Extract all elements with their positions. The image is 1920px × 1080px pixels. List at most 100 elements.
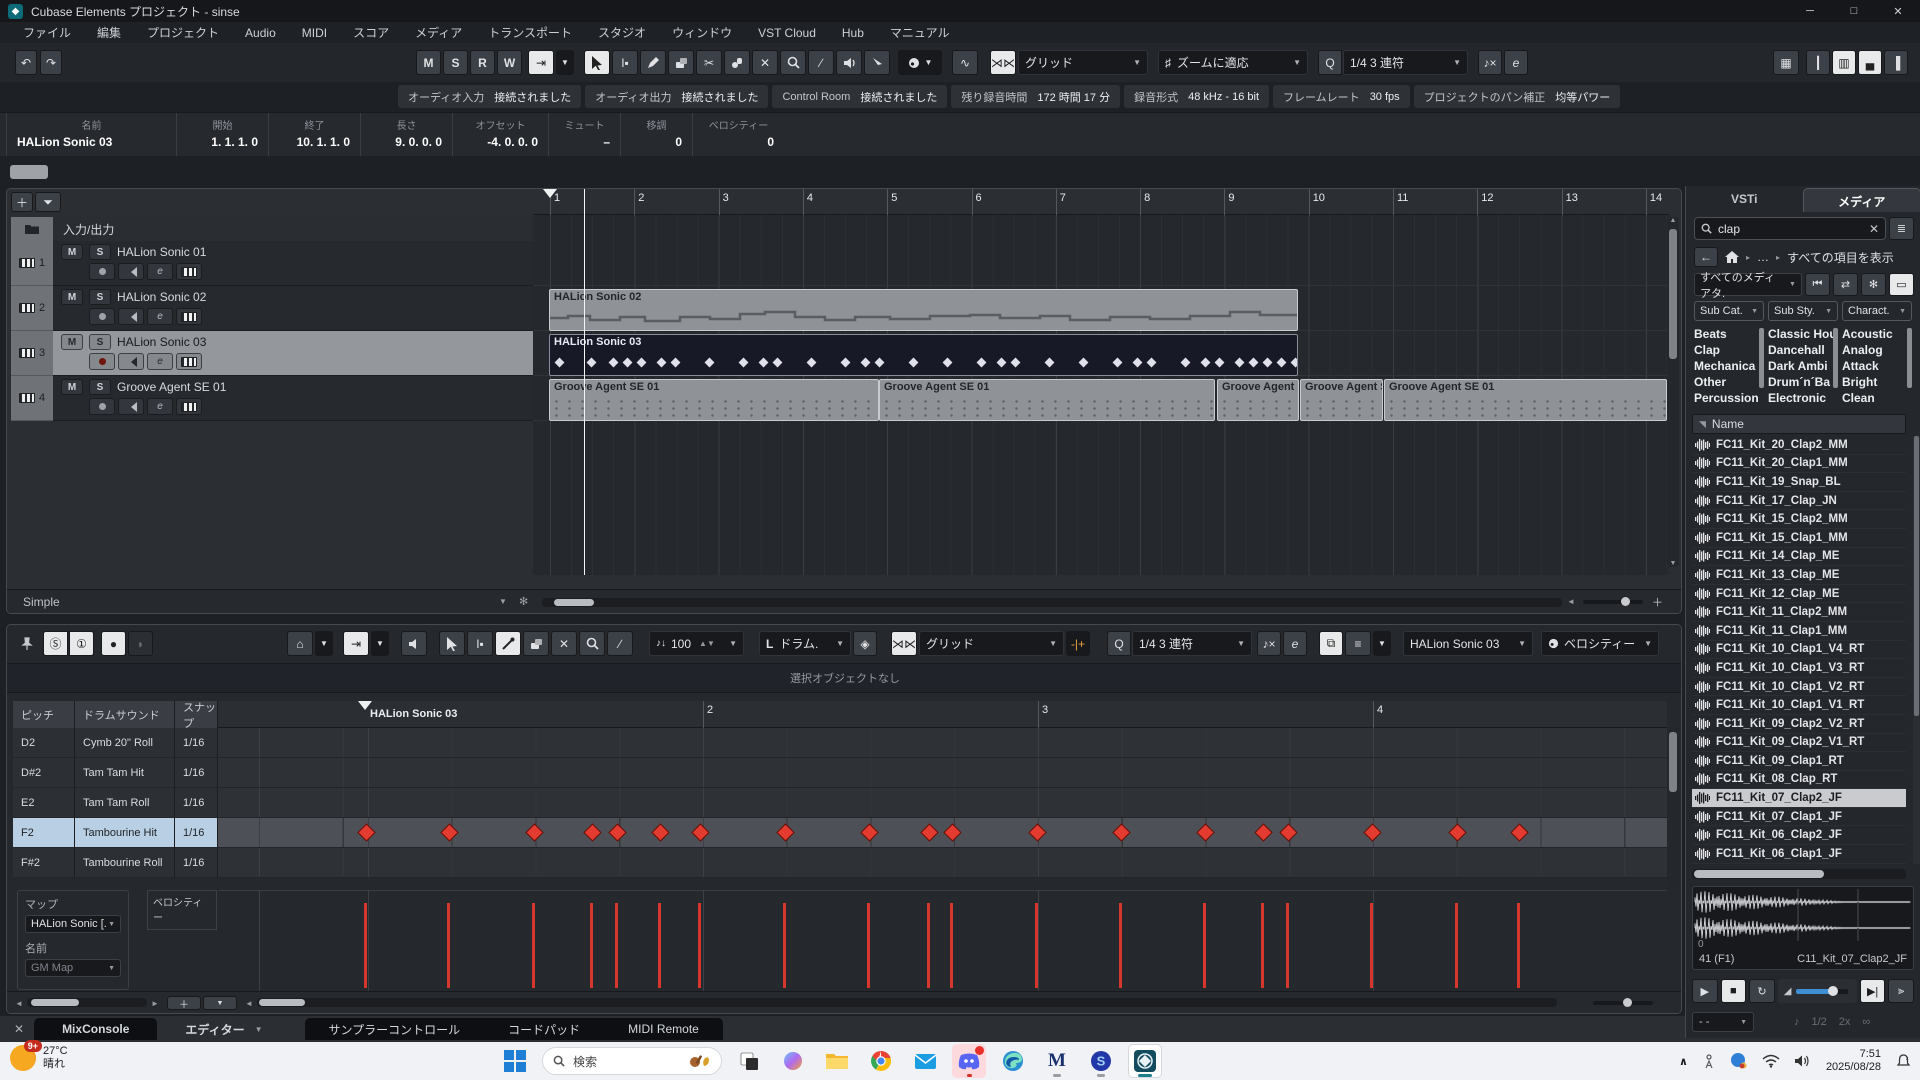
- part-layers-chevron[interactable]: ▼: [1373, 631, 1391, 656]
- glue-tool[interactable]: [724, 50, 750, 75]
- track-edit-channel-button[interactable]: e: [147, 353, 173, 370]
- minimize-button[interactable]: ─: [1788, 0, 1832, 22]
- menu-スコア[interactable]: スコア: [340, 22, 402, 43]
- track-monitor-button[interactable]: [118, 263, 144, 280]
- autoscroll-options-chevron[interactable]: ▼: [556, 50, 574, 75]
- velocity-bar[interactable]: [950, 903, 953, 988]
- velocity-spinner[interactable]: ▲▼: [699, 639, 715, 648]
- drum-note-diamond[interactable]: [1196, 823, 1214, 841]
- preview-key-select[interactable]: - -▼: [1692, 1012, 1754, 1032]
- taskbar-search-box[interactable]: 検索: [542, 1047, 722, 1075]
- previewer-waveform[interactable]: 0 41 (F1) C11_Kit_07_Clap2_JF: [1692, 886, 1914, 970]
- media-file-row[interactable]: FC11_Kit_15_Clap2_MM: [1692, 510, 1906, 529]
- track-instrument-button[interactable]: [176, 398, 202, 415]
- drum-row-E2[interactable]: E2Tam Tam Roll1/16: [13, 788, 218, 818]
- midi-part-groove-agent[interactable]: Groove Agent SE 01: [1300, 379, 1383, 421]
- menu-VST Cloud[interactable]: VST Cloud: [745, 24, 829, 42]
- file-list-hscroll-thumb[interactable]: [1694, 870, 1824, 878]
- velocity-bar[interactable]: [1119, 903, 1122, 988]
- editor-snap-type-select[interactable]: グリッド▼: [919, 631, 1064, 656]
- zoom-tool[interactable]: [780, 50, 806, 75]
- mute-tool[interactable]: ✕: [752, 50, 778, 75]
- erase-tool[interactable]: [668, 50, 694, 75]
- acoustic-audition-button[interactable]: [401, 631, 427, 656]
- drum-note-diamond[interactable]: [920, 823, 938, 841]
- tab-editor[interactable]: エディター▼: [157, 1018, 290, 1040]
- drum-row-F2[interactable]: F2Tambourine Hit1/16: [13, 818, 218, 848]
- search-input-value[interactable]: clap: [1718, 222, 1863, 236]
- zoom-in-button[interactable]: ＋: [1652, 594, 1663, 610]
- results-name-header[interactable]: ◥ Name: [1692, 414, 1906, 434]
- hidden-icons-chevron[interactable]: ∧: [1679, 1055, 1688, 1068]
- editor-ruler[interactable]: 234HALion Sonic 03: [218, 701, 1667, 728]
- info-ミュート[interactable]: ミュート–: [548, 113, 620, 156]
- editor-line-tool[interactable]: ∕: [607, 631, 633, 656]
- list-scroll-left-arrow[interactable]: ◄: [15, 999, 23, 1008]
- global-w-button[interactable]: W: [497, 50, 522, 75]
- menu-プロジェクト[interactable]: プロジェクト: [134, 22, 232, 43]
- toggle-right-zone-button[interactable]: ▐: [1884, 50, 1908, 75]
- midi-part-halion-sonic-02[interactable]: HALion Sonic 02: [549, 289, 1298, 331]
- velocity-bar[interactable]: [1286, 903, 1289, 988]
- track-mute-button[interactable]: M: [61, 289, 83, 305]
- preview-stop-button[interactable]: ■: [1721, 979, 1747, 1003]
- project-cursor[interactable]: [584, 189, 585, 575]
- editor-mute-tool[interactable]: ✕: [551, 631, 577, 656]
- taskbar-weather-widget[interactable]: 9+ 27°C晴れ: [10, 1045, 68, 1071]
- menu-マニュアル[interactable]: マニュアル: [877, 22, 963, 43]
- track-mute-button[interactable]: M: [61, 379, 83, 395]
- drum-sound-cell[interactable]: Tambourine Hit: [75, 818, 175, 848]
- menu-トランスポート[interactable]: トランスポート: [475, 22, 585, 43]
- media-file-row[interactable]: FC11_Kit_20_Clap1_MM: [1692, 455, 1906, 474]
- drum-note-diamond[interactable]: [651, 823, 669, 841]
- double-tempo-button[interactable]: 2x: [1839, 1016, 1851, 1028]
- insert-velocity-select[interactable]: ♪↓ 100 ▲▼▼: [649, 631, 744, 656]
- project-vertical-scrollbar[interactable]: ▲ ▼: [1667, 217, 1679, 567]
- bluejeans-tray-icon[interactable]: [1730, 1052, 1748, 1070]
- category-item-Dancehall[interactable]: Dancehall: [1768, 342, 1838, 358]
- drum-grid-lane-F2[interactable]: [218, 818, 1667, 848]
- track-record-enable-button[interactable]: [89, 398, 115, 415]
- taskbar-clock[interactable]: 7:51 2025/08/28: [1826, 1048, 1881, 1074]
- drum-list-hscroll[interactable]: [27, 998, 147, 1007]
- io-channel-row[interactable]: 入力/出力: [11, 217, 533, 241]
- mail-app-icon[interactable]: [908, 1044, 942, 1078]
- drum-snap-cell[interactable]: 1/16: [175, 758, 218, 788]
- add-lane-button[interactable]: ＋: [167, 996, 201, 1010]
- velocity-bar[interactable]: [1261, 903, 1264, 988]
- track-visibility-handle[interactable]: [10, 165, 48, 179]
- category-item-Clean[interactable]: Clean: [1842, 390, 1912, 406]
- drum-pitch-cell[interactable]: D2: [13, 728, 75, 758]
- grid-type-select[interactable]: ♯ ズームに適応▼: [1158, 50, 1308, 75]
- draw-tool[interactable]: [640, 50, 666, 75]
- menu-ウィンドウ[interactable]: ウィンドウ: [659, 22, 745, 43]
- edge-app-icon[interactable]: [996, 1044, 1030, 1078]
- tab-mixconsole[interactable]: MixConsole: [34, 1018, 157, 1040]
- velocity-bar[interactable]: [658, 903, 661, 988]
- scroll-left-arrow[interactable]: ◄: [1567, 597, 1575, 606]
- info-開始[interactable]: 開始1. 1. 1. 0: [176, 113, 268, 156]
- track-edit-channel-button[interactable]: e: [147, 263, 173, 280]
- preview-play-button[interactable]: ▶: [1692, 979, 1718, 1003]
- media-file-row[interactable]: FC11_Kit_09_Clap1_RT: [1692, 752, 1906, 771]
- track-instrument-button[interactable]: [176, 353, 202, 370]
- drum-note-diamond[interactable]: [1363, 823, 1381, 841]
- track-body[interactable]: MSHALion Sonic 02e: [53, 286, 533, 331]
- info-オフセット[interactable]: オフセット-4. 0. 0. 0: [452, 113, 548, 156]
- drum-note-diamond[interactable]: [525, 823, 543, 841]
- drumstick-tool[interactable]: [495, 631, 521, 656]
- timeline-ruler[interactable]: 1234567891011121314: [533, 189, 1669, 215]
- velocity-bar[interactable]: [615, 903, 618, 988]
- track-row-HALion Sonic 01[interactable]: 1MSHALion Sonic 01e: [11, 241, 533, 286]
- media-file-row[interactable]: FC11_Kit_06_Clap1_JF: [1692, 845, 1906, 864]
- horizontal-zoom-slider[interactable]: [1583, 600, 1643, 604]
- curve-automation-button[interactable]: ∿: [952, 50, 978, 75]
- category-item-Clap[interactable]: Clap: [1694, 342, 1764, 358]
- menu-編集[interactable]: 編集: [84, 22, 134, 43]
- velocity-bar[interactable]: [1517, 903, 1520, 988]
- drum-note-diamond[interactable]: [776, 823, 794, 841]
- velocity-bar[interactable]: [1370, 903, 1373, 988]
- media-file-row[interactable]: FC11_Kit_08_Clap_RT: [1692, 771, 1906, 790]
- line-tool[interactable]: ∕: [808, 50, 834, 75]
- reset-filter-button[interactable]: ⏮: [1805, 273, 1830, 296]
